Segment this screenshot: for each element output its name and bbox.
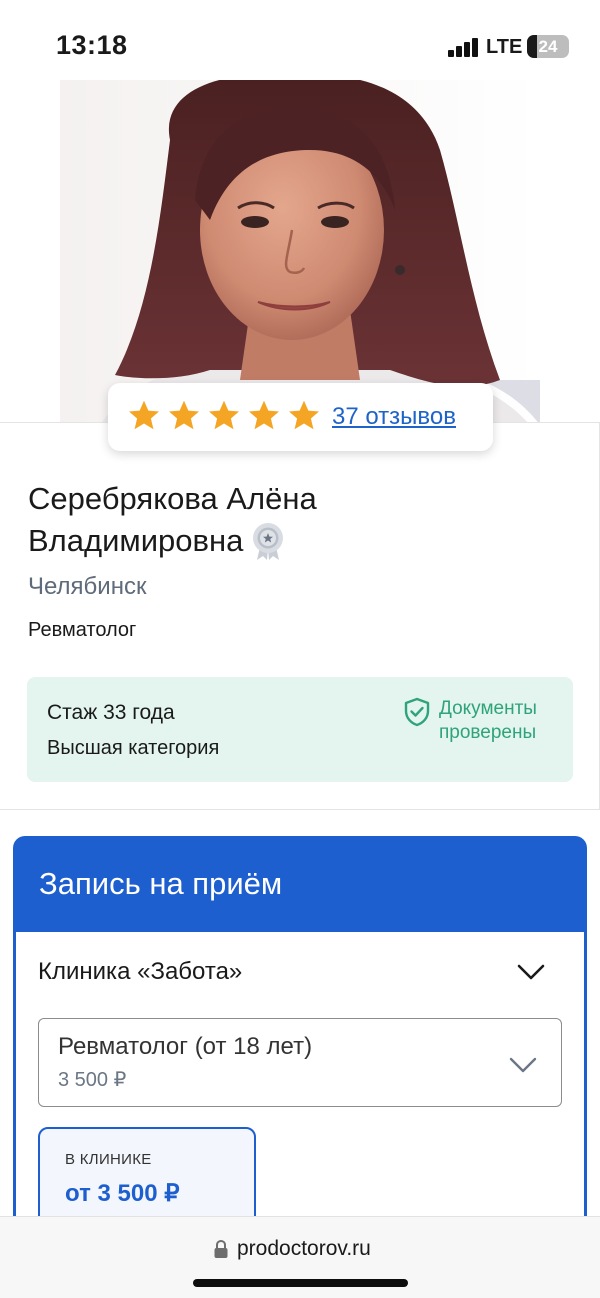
service-select[interactable]: Ревматолог (от 18 лет) 3 500 ₽: [38, 1018, 562, 1107]
lock-icon: [213, 1239, 229, 1259]
star-icon: [246, 398, 282, 434]
status-bar: 13:18 LTE 24: [0, 0, 600, 80]
star-icon: [206, 398, 242, 434]
doctor-specialty: Ревматолог: [28, 619, 137, 641]
reviews-link[interactable]: 37 отзывов: [332, 403, 456, 431]
status-time: 13:18: [56, 30, 128, 60]
visit-type: В КЛИНИКЕ: [65, 1151, 152, 1168]
visit-price: от 3 500 ₽: [65, 1180, 180, 1207]
verified-line1: Документы: [439, 698, 537, 719]
doctor-photo[interactable]: [60, 80, 540, 425]
rating-pill: 37 отзывов: [108, 383, 493, 451]
shield-check-icon: [403, 697, 431, 727]
doctor-name-line1: Серебрякова Алёна: [28, 481, 317, 516]
rating-stars: [126, 398, 322, 434]
chevron-down-icon[interactable]: [508, 1055, 538, 1075]
chevron-down-icon[interactable]: [516, 962, 546, 982]
url-text: prodoctorov.ru: [237, 1237, 371, 1260]
verified-line2: проверены: [439, 722, 537, 743]
doctor-profile-card: Серебрякова Алёна Владимировна Челябинск…: [0, 422, 600, 810]
network-label: LTE: [486, 36, 523, 58]
documents-verified-text: Документы проверены: [439, 697, 537, 745]
doctor-city: Челябинск: [28, 573, 147, 600]
medal-icon[interactable]: [251, 521, 285, 561]
star-icon: [166, 398, 202, 434]
home-indicator[interactable]: [193, 1279, 408, 1287]
browser-url-bar[interactable]: prodoctorov.ru: [0, 1216, 600, 1298]
battery-icon: 24: [527, 35, 569, 58]
star-icon: [126, 398, 162, 434]
signal-icon: [448, 37, 480, 57]
experience-info-box: Стаж 33 года Высшая категория Документы …: [27, 677, 573, 782]
battery-level: 24: [538, 37, 558, 56]
doctor-name-line2-row: Владимировна: [28, 520, 428, 562]
service-name: Ревматолог (от 18 лет): [58, 1033, 313, 1060]
doctor-name-line2: Владимировна: [28, 523, 244, 558]
clinic-name[interactable]: Клиника «Забота»: [38, 958, 242, 986]
experience-text: Стаж 33 года: [47, 701, 175, 724]
booking-title: Запись на приём: [39, 866, 283, 901]
category-text: Высшая категория: [47, 737, 220, 759]
doctor-name: Серебрякова Алёна Владимировна: [28, 478, 428, 562]
service-price: 3 500 ₽: [58, 1069, 127, 1091]
star-icon: [286, 398, 322, 434]
page: 13:18 LTE 24 37 отзывов Серебрякова Алён…: [0, 0, 600, 1298]
